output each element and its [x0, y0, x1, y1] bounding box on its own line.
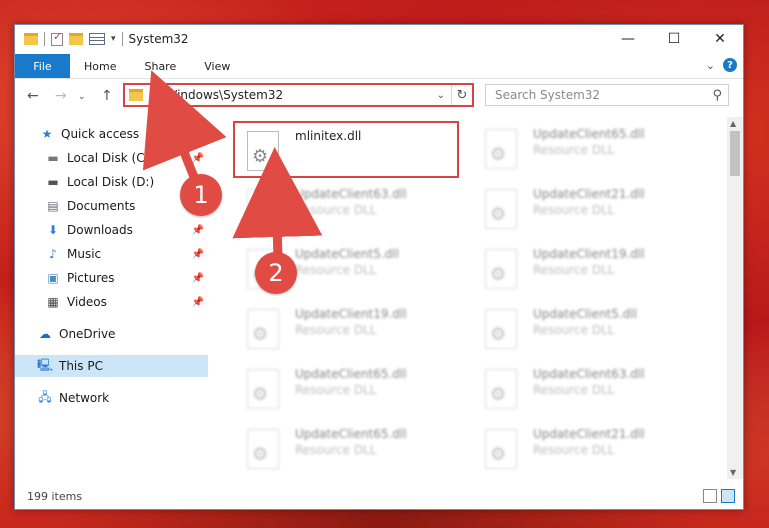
callout-arrows — [142, 70, 323, 259]
step-2-badge: 2 — [255, 252, 297, 294]
arrow-to-address-bar — [142, 70, 227, 184]
step-1-badge: 1 — [180, 174, 222, 216]
arrow-to-file — [232, 147, 323, 259]
